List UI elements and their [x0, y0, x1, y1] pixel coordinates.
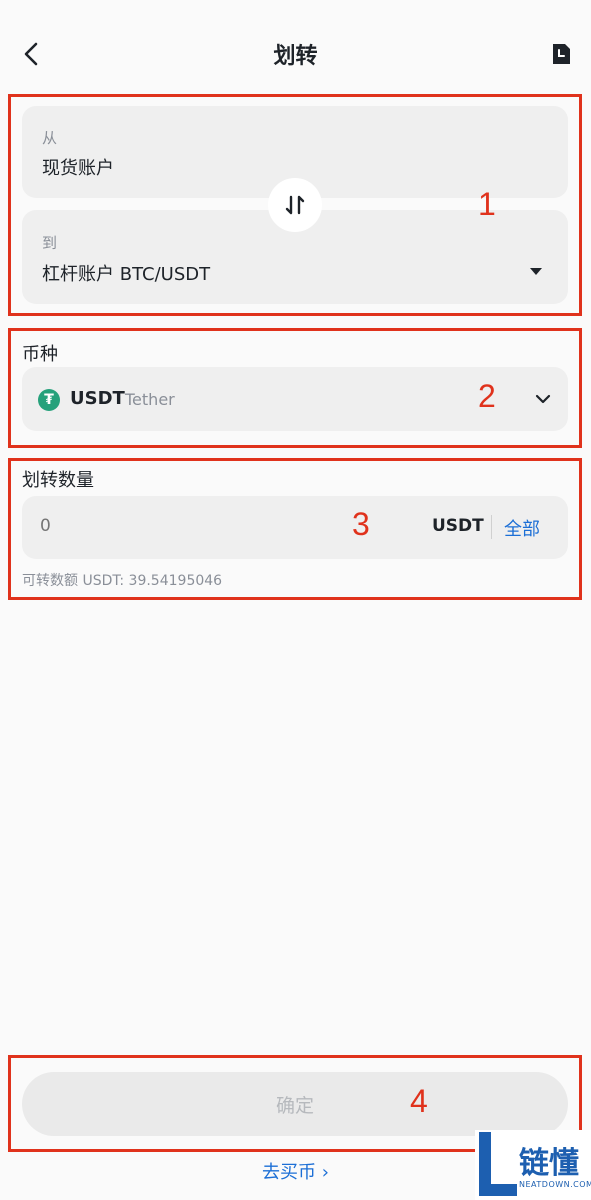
coin-name: Tether: [125, 390, 175, 409]
chevron-down-icon[interactable]: [534, 390, 552, 408]
confirm-button[interactable]: 确定: [22, 1072, 568, 1136]
watermark-logo: 链懂 NEATDOWN.COM: [475, 1130, 591, 1200]
to-label: 到: [42, 234, 58, 252]
annotation-number-2: 2: [478, 378, 496, 414]
page-title: 划转: [273, 44, 318, 69]
annotation-number-1: 1: [478, 186, 496, 222]
tether-coin-icon: ₮: [38, 389, 60, 411]
to-account-value: 杠杆账户 BTC/USDT: [42, 264, 211, 285]
history-record-icon[interactable]: [550, 42, 572, 66]
max-all-button[interactable]: 全部: [504, 515, 540, 541]
amount-section-label: 划转数量: [22, 470, 94, 491]
coin-symbol: USDT: [70, 388, 125, 409]
available-balance: 可转数额 USDT: 39.54195046: [22, 573, 223, 589]
amount-input[interactable]: [40, 516, 340, 536]
unit-divider: [491, 515, 492, 539]
swap-arrows-icon: [285, 195, 305, 215]
from-label: 从: [42, 129, 58, 147]
annotation-number-3: 3: [352, 506, 370, 542]
coin-section-label: 币种: [22, 344, 58, 365]
swap-accounts-button[interactable]: [268, 178, 322, 232]
header: 划转: [0, 0, 591, 108]
from-account-value: 现货账户: [42, 158, 114, 179]
watermark-foot: [479, 1184, 517, 1196]
watermark-subtext: NEATDOWN.COM: [519, 1180, 591, 1189]
to-account-dropdown-icon[interactable]: [530, 268, 542, 275]
watermark-text: 链懂: [519, 1146, 579, 1181]
annotation-number-4: 4: [410, 1083, 428, 1119]
amount-unit: USDT: [432, 516, 484, 536]
